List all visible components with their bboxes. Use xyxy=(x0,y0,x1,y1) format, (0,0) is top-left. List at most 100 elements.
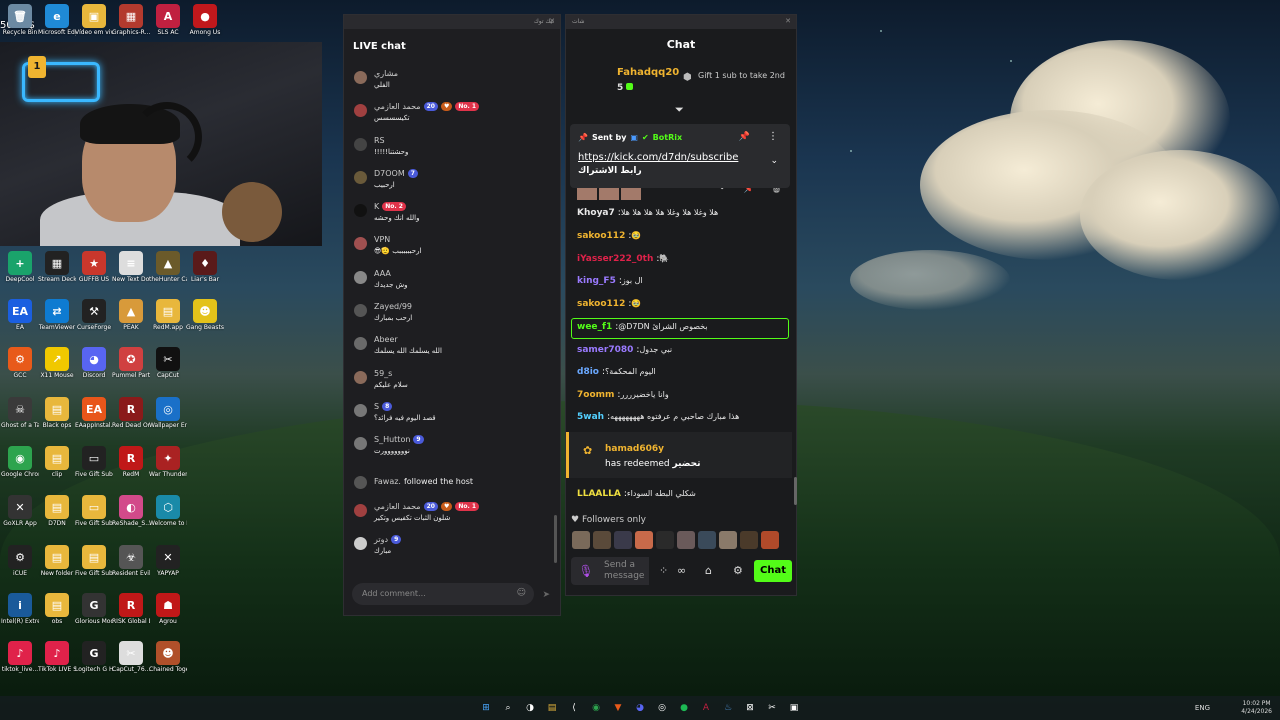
desktop-icon[interactable]: RRed Dead Online xyxy=(112,397,150,429)
avatar[interactable] xyxy=(572,531,590,549)
desktop-icon[interactable]: ◎Wallpaper Engine xyxy=(149,397,187,429)
desktop-icon[interactable]: GGlorious Model... xyxy=(75,593,113,625)
desktop-icon[interactable]: EA EA xyxy=(1,299,39,331)
avatar[interactable] xyxy=(354,370,367,384)
desktop-icon[interactable]: + DeepCool xyxy=(1,251,39,283)
chat-username[interactable]: AAA xyxy=(374,269,391,278)
desktop-icon[interactable]: 🗑 Recycle Bin xyxy=(1,4,39,36)
desktop-icon[interactable]: ▭Five Gift Subs (1) xyxy=(75,446,113,478)
chat-username[interactable]: VPN xyxy=(374,235,390,244)
desktop-icon[interactable]: ↗ X11 Mouse xyxy=(38,347,76,379)
close-icon[interactable]: ✕ xyxy=(549,17,555,25)
desktop-icon[interactable]: ▲theHunter Call of t... xyxy=(149,251,187,283)
chat-username[interactable]: Abeer xyxy=(374,335,398,344)
comment-input[interactable]: Add comment... ☺ xyxy=(352,583,534,605)
search-icon[interactable]: ⌕ xyxy=(501,701,515,715)
desktop-icon[interactable]: ▤ New folder xyxy=(38,545,76,577)
desktop-icon[interactable]: ♪ tiktok_live... xyxy=(1,641,39,673)
desktop-icon[interactable]: ● Among Us xyxy=(186,4,224,36)
avatar[interactable] xyxy=(740,531,758,549)
desktop-icon[interactable]: ◐ ReShade_S... xyxy=(112,495,150,527)
chat-username[interactable]: wee_f1 xyxy=(577,322,612,332)
desktop-icon[interactable]: ⚒ CurseForge xyxy=(75,299,113,331)
copilot-icon[interactable]: ◑ xyxy=(523,701,537,715)
desktop-icon[interactable]: ⚙ iCUE xyxy=(1,545,39,577)
desktop-icon[interactable]: ⇄ TeamViewer xyxy=(38,299,76,331)
chat-username[interactable]: RS xyxy=(374,136,385,145)
desktop-icon[interactable]: ◕ Discord xyxy=(75,347,113,379)
close-icon[interactable]: ✕ xyxy=(785,17,791,25)
chat-username[interactable]: samer7080 xyxy=(577,345,633,355)
gear-icon[interactable]: ⚙ xyxy=(733,564,743,577)
live-chat-titlebar[interactable]: تيك توك xyxy=(344,15,560,29)
desktop-icon[interactable]: RRISK Global Domination xyxy=(112,593,150,625)
store-icon[interactable]: ⌂ xyxy=(705,564,712,577)
emoji-icon[interactable]: ☺ xyxy=(517,588,526,598)
chat-username[interactable]: 5wah xyxy=(577,412,604,422)
bot-name[interactable]: BotRix xyxy=(653,133,682,142)
desktop-icon[interactable]: ☻ Gang Beasts xyxy=(186,299,224,331)
avatar[interactable] xyxy=(354,204,367,218)
desktop-icon[interactable]: ▤ obs xyxy=(38,593,76,625)
desktop-icon[interactable]: ▤ RedM.app xyxy=(149,299,187,331)
start-icon[interactable]: ⊞ xyxy=(479,701,493,715)
chat-username[interactable]: محمد العازمي xyxy=(374,102,421,111)
desktop-icon[interactable]: ✪ Pummel Party xyxy=(112,347,150,379)
avatar[interactable] xyxy=(354,304,367,318)
send-icon[interactable]: ➤ xyxy=(542,590,550,600)
chat-send-button[interactable]: Chat xyxy=(754,560,792,582)
microphone-icon[interactable]: 🎙 xyxy=(571,557,601,585)
desktop-icon[interactable]: ▣Vídeo em vivo xyxy=(75,4,113,36)
avatar[interactable] xyxy=(719,531,737,549)
chrome-icon[interactable]: ◉ xyxy=(589,701,603,715)
avatar[interactable] xyxy=(354,475,367,489)
discord-icon[interactable]: ◕ xyxy=(633,701,647,715)
app-icon[interactable]: A xyxy=(699,701,713,715)
avatar[interactable] xyxy=(354,437,367,451)
desktop-icon[interactable]: ⬡Welcome to Kowloon xyxy=(149,495,187,527)
app-icon[interactable]: ▣ xyxy=(787,701,801,715)
avatar[interactable] xyxy=(354,237,367,251)
desktop-icon[interactable]: ◉Google Chrome xyxy=(1,446,39,478)
chat-username[interactable]: iYasser222_0th xyxy=(577,254,653,264)
leader-name[interactable]: Fahadqq20 xyxy=(617,67,679,78)
chevron-down-icon[interactable]: ⌄ xyxy=(770,156,778,166)
chat-username[interactable]: مشاري xyxy=(374,69,398,78)
desktop-icon[interactable]: GLogitech G HUB xyxy=(75,641,113,673)
chat-username[interactable]: sakoo112 xyxy=(577,231,625,241)
avatar[interactable] xyxy=(354,170,367,184)
avatar[interactable] xyxy=(354,104,367,118)
avatar[interactable] xyxy=(698,531,716,549)
redeem-user[interactable]: hamad606y xyxy=(605,444,664,454)
avatar[interactable] xyxy=(593,531,611,549)
share-icon[interactable]: ⁘ xyxy=(659,564,668,577)
desktop-icon[interactable]: ▤ clip xyxy=(38,446,76,478)
chat-username[interactable]: d8io xyxy=(577,367,599,377)
desktop-icon[interactable]: ☻Chained Together xyxy=(149,641,187,673)
desktop-icon[interactable]: ▭ Five Gift Subs xyxy=(75,495,113,527)
desktop-icon[interactable]: ≡New Text Document xyxy=(112,251,150,283)
desktop-icon[interactable]: ✕ YAPYAP xyxy=(149,545,187,577)
more-options-icon[interactable]: ⋮ xyxy=(768,131,778,142)
avatar[interactable] xyxy=(656,531,674,549)
desktop-icon[interactable]: iIntel(R) Extre... xyxy=(1,593,39,625)
desktop-icon[interactable]: ♪TikTok LIVE Studio xyxy=(38,641,76,673)
desktop-icon[interactable]: ▤Five Gift Subs-2025... xyxy=(75,545,113,577)
chat-username[interactable]: LLAALLA xyxy=(577,489,621,499)
avatar[interactable] xyxy=(354,270,367,284)
desktop-icon[interactable]: A SLS AC xyxy=(149,4,187,36)
app-icon[interactable]: ⊠ xyxy=(743,701,757,715)
steam-icon[interactable]: ♨ xyxy=(721,701,735,715)
chat-username[interactable]: sakoo112 xyxy=(577,299,625,309)
brave-icon[interactable]: ▼ xyxy=(611,701,625,715)
message-input[interactable]: Send a message xyxy=(601,557,649,585)
chat-username[interactable]: K xyxy=(374,202,379,211)
avatar[interactable] xyxy=(677,531,695,549)
kick-chat-titlebar[interactable]: شات xyxy=(566,15,796,29)
avatar[interactable] xyxy=(614,531,632,549)
desktop-icon[interactable]: eMicrosoft Edge xyxy=(38,4,76,36)
chat-username[interactable]: 59_s xyxy=(374,369,392,378)
desktop-icon[interactable]: ▤ Black ops xyxy=(38,397,76,429)
chat-username[interactable]: S_Hutton xyxy=(374,435,410,444)
desktop-icon[interactable]: R RedM xyxy=(112,446,150,478)
